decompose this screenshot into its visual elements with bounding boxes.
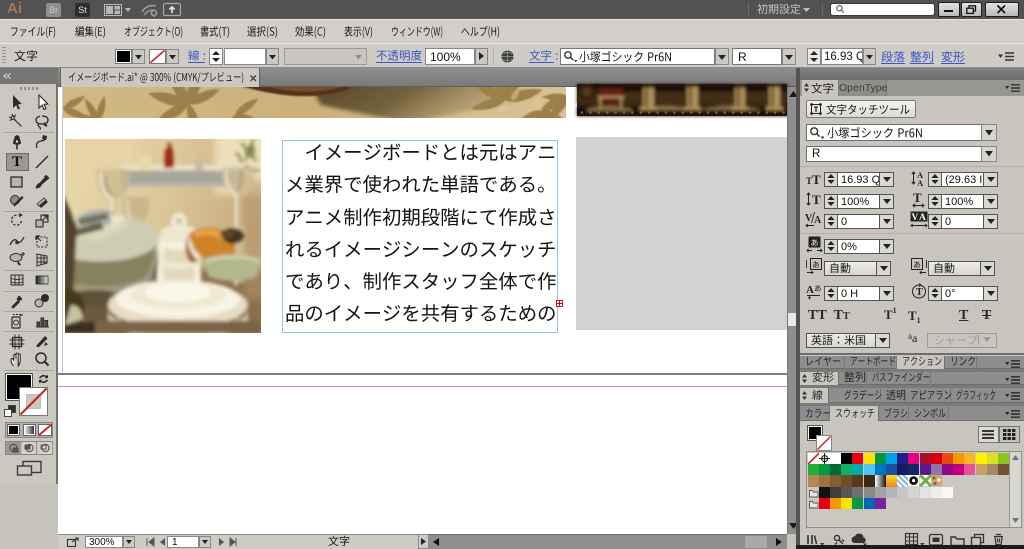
svg-text:A: A	[917, 178, 924, 188]
svg-text:A: A	[919, 213, 926, 223]
svg-text:A: A	[814, 215, 822, 226]
svg-text:T: T	[913, 190, 922, 205]
svg-text:A: A	[806, 284, 814, 296]
svg-text:T: T	[812, 192, 821, 207]
svg-text:T: T	[916, 287, 923, 298]
svg-text:V: V	[912, 213, 919, 223]
